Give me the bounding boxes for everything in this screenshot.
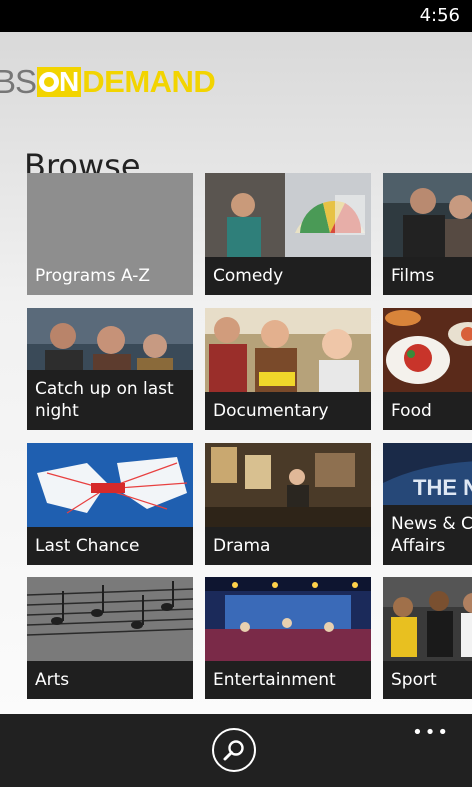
- tile-last-chance[interactable]: Last Chance: [27, 443, 193, 565]
- tile-label: Comedy: [213, 266, 284, 286]
- logo-on-letter: N: [59, 66, 80, 97]
- tile-label: News & Current Affairs: [391, 514, 472, 556]
- tile-label: Entertainment: [213, 670, 336, 690]
- tile-caption: Catch up on last night: [27, 370, 193, 430]
- tile-comedy[interactable]: Comedy: [205, 173, 371, 295]
- tile-label: Catch up on last night: [35, 379, 174, 421]
- tile-caption: Programs A-Z: [27, 257, 193, 295]
- tile-sport[interactable]: Sport: [383, 577, 472, 699]
- sbs-on-demand-logo: BS N DEMAND: [0, 62, 216, 102]
- drama-thumbnail: [205, 443, 371, 527]
- documentary-thumbnail: [205, 308, 371, 392]
- tile-label: Arts: [35, 670, 70, 690]
- tile-caption: Films: [383, 257, 472, 295]
- tile-catch-up[interactable]: Catch up on last night: [27, 308, 193, 430]
- search-button[interactable]: [212, 728, 256, 772]
- sport-thumbnail: [383, 577, 472, 661]
- clock: 4:56: [419, 5, 460, 26]
- logo-prefix: BS: [0, 63, 37, 100]
- status-bar: 4:56: [0, 0, 472, 32]
- logo-on-badge: N: [37, 66, 82, 97]
- tile-programs-a-z[interactable]: Programs A-Z: [27, 173, 193, 295]
- tile-caption: Drama: [205, 527, 371, 565]
- tile-caption: Food: [383, 392, 472, 430]
- tile-caption: News & Current Affairs: [383, 505, 472, 565]
- films-thumbnail: [383, 173, 472, 257]
- tile-label: Films: [391, 266, 435, 286]
- svg-text:THE N: THE N: [413, 475, 472, 500]
- tile-caption: Last Chance: [27, 527, 193, 565]
- app-bar: •••: [0, 714, 472, 787]
- logo-on-circle: [39, 72, 60, 92]
- tile-caption: Arts: [27, 661, 193, 699]
- entertainment-thumbnail: [205, 577, 371, 661]
- tile-caption: Sport: [383, 661, 472, 699]
- tile-label: Last Chance: [35, 536, 140, 556]
- comedy-thumbnail: [205, 173, 371, 257]
- last-chance-thumbnail: [27, 443, 193, 527]
- tile-label: Programs A-Z: [35, 266, 151, 286]
- tile-food[interactable]: Food: [383, 308, 472, 430]
- app-page: BS N DEMAND Browse Programs A-Z Comedy F…: [0, 32, 472, 714]
- food-thumbnail: [383, 308, 472, 392]
- tile-caption: Entertainment: [205, 661, 371, 699]
- tile-label: Food: [391, 401, 432, 421]
- search-icon: [223, 740, 244, 761]
- logo-suffix: DEMAND: [82, 64, 216, 99]
- tile-films[interactable]: Films: [383, 173, 472, 295]
- tile-documentary[interactable]: Documentary: [205, 308, 371, 430]
- tile-arts[interactable]: Arts: [27, 577, 193, 699]
- tile-label: Sport: [391, 670, 437, 690]
- arts-thumbnail: [27, 577, 193, 661]
- tile-caption: Documentary: [205, 392, 371, 430]
- tile-label: Drama: [213, 536, 271, 556]
- more-options-button[interactable]: •••: [412, 722, 450, 743]
- tile-entertainment[interactable]: Entertainment: [205, 577, 371, 699]
- tile-news-current-affairs[interactable]: THE N News & Current Affairs: [383, 443, 472, 565]
- tile-drama[interactable]: Drama: [205, 443, 371, 565]
- tile-label: Documentary: [213, 401, 329, 421]
- tile-caption: Comedy: [205, 257, 371, 295]
